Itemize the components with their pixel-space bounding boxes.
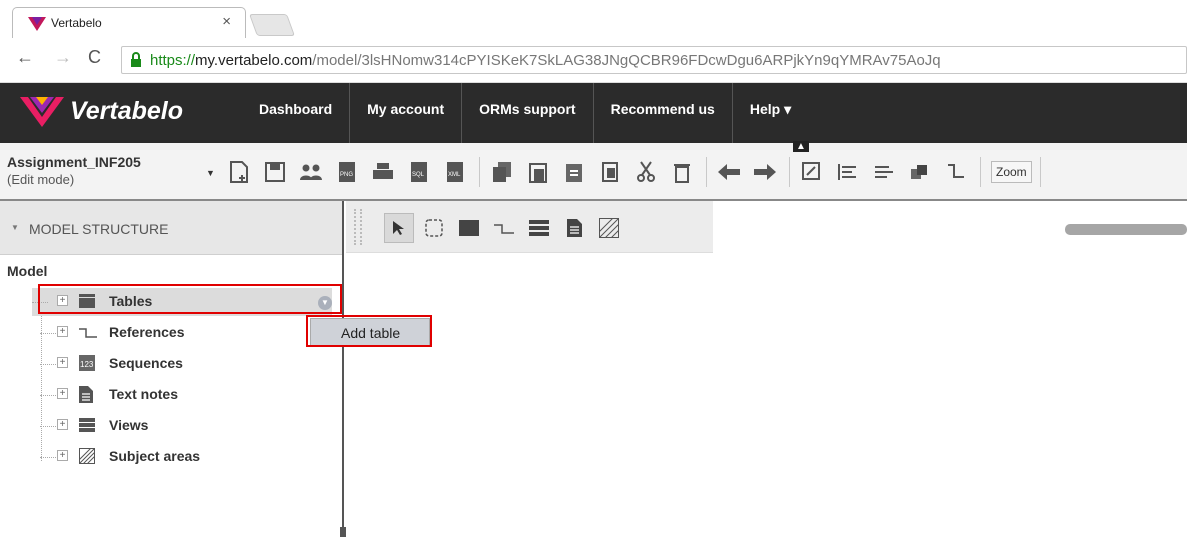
- copy-icon[interactable]: [490, 160, 514, 184]
- url-scheme: https://: [150, 52, 196, 69]
- app-logo-text[interactable]: Vertabelo: [70, 97, 183, 126]
- model-structure-sidebar: ▼ MODEL STRUCTURE Model + Tables + Refer…: [0, 201, 346, 537]
- save-icon[interactable]: [263, 160, 287, 184]
- highlight-box-add-table: [306, 315, 432, 347]
- tree-item-text-notes[interactable]: + Text notes: [40, 381, 340, 409]
- area-select-tool[interactable]: [419, 213, 449, 243]
- svg-text:SQL: SQL: [412, 172, 425, 178]
- redo-arrow-icon[interactable]: [753, 160, 777, 184]
- toolbar-separator: [1039, 157, 1041, 187]
- tab-close-icon[interactable]: ×: [222, 13, 231, 30]
- expand-icon[interactable]: +: [57, 419, 68, 430]
- expand-icon[interactable]: +: [57, 450, 68, 461]
- tree-item-sequences[interactable]: + 123 Sequences: [40, 350, 340, 378]
- model-name: Assignment_INF205: [7, 154, 141, 170]
- new-document-icon[interactable]: [227, 160, 251, 184]
- back-arrow-icon[interactable]: ←: [16, 47, 34, 68]
- collapse-header-icon[interactable]: ▲: [793, 141, 809, 152]
- paste-icon[interactable]: [526, 160, 550, 184]
- highlight-box-tables: [38, 284, 342, 314]
- subject-area-icon: [79, 448, 95, 464]
- canvas-tool-palette: [346, 201, 713, 253]
- print-icon[interactable]: [371, 160, 395, 184]
- svg-text:XML: XML: [448, 172, 461, 178]
- zoom-button[interactable]: Zoom: [991, 161, 1032, 183]
- tree-item-subject-areas[interactable]: + Subject areas: [40, 443, 340, 471]
- add-table-tool[interactable]: [454, 213, 484, 243]
- nav-dashboard[interactable]: Dashboard: [242, 83, 349, 143]
- layer-icon[interactable]: [908, 160, 932, 184]
- model-structure-header[interactable]: ▼ MODEL STRUCTURE: [0, 201, 342, 255]
- model-structure-title: MODEL STRUCTURE: [29, 221, 169, 237]
- svg-text:PNG: PNG: [340, 172, 353, 178]
- vertabelo-logo-icon: [20, 97, 64, 127]
- reference-line-icon[interactable]: [944, 160, 968, 184]
- delete-icon[interactable]: [670, 160, 694, 184]
- undo-arrow-icon[interactable]: [717, 160, 741, 184]
- paste-special-icon[interactable]: [562, 160, 586, 184]
- sequence-icon: 123: [79, 355, 95, 371]
- add-view-tool[interactable]: [524, 213, 554, 243]
- edit-mode-label: (Edit mode): [7, 172, 75, 187]
- vertabelo-favicon-icon: [28, 17, 46, 31]
- xml-export-icon[interactable]: XML: [443, 160, 467, 184]
- toolbar-separator: [789, 157, 790, 187]
- collapse-caret-icon[interactable]: ▼: [11, 223, 19, 232]
- canvas-scrollbar-thumb[interactable]: [1065, 224, 1187, 235]
- new-tab-button[interactable]: [248, 14, 296, 36]
- address-bar-row: ← → C https://my.vertabelo.com/model/3ls…: [0, 38, 1187, 83]
- url-input[interactable]: https://my.vertabelo.com/model/3lsHNomw3…: [121, 46, 1187, 74]
- svg-text:123: 123: [80, 360, 94, 369]
- tree-item-label: Sequences: [109, 355, 183, 371]
- users-icon[interactable]: [299, 160, 323, 184]
- align-left-icon[interactable]: [836, 160, 860, 184]
- sidebar-resize-handle[interactable]: [340, 527, 346, 537]
- tree-item-views[interactable]: + Views: [40, 412, 340, 440]
- toolbar-separator: [980, 157, 981, 187]
- tree-item-label: Subject areas: [109, 448, 201, 464]
- expand-icon[interactable]: +: [57, 388, 68, 399]
- reload-icon[interactable]: C: [88, 47, 101, 68]
- sql-export-icon[interactable]: SQL: [407, 160, 431, 184]
- select-pointer-tool[interactable]: [384, 213, 414, 243]
- model-dropdown-icon[interactable]: ▼: [206, 168, 215, 178]
- url-host: my.vertabelo.com: [195, 52, 313, 69]
- editor-toolbar: Assignment_INF205 (Edit mode) ▼ ▲ PNG SQ…: [0, 141, 1187, 201]
- text-note-icon: [79, 386, 93, 403]
- duplicate-icon[interactable]: [598, 160, 622, 184]
- lock-icon: [131, 52, 141, 67]
- cut-icon[interactable]: [634, 160, 658, 184]
- browser-tab-strip: Vertabelo ×: [0, 0, 1187, 38]
- nav-orms-support[interactable]: ORMs support: [461, 83, 592, 143]
- add-subject-area-tool[interactable]: [594, 213, 624, 243]
- tree-item-label: Views: [109, 417, 149, 433]
- tree-item-label: References: [109, 324, 185, 340]
- tree-item-references[interactable]: + References: [40, 319, 340, 347]
- app-navbar: Vertabelo Dashboard My account ORMs supp…: [0, 83, 1187, 143]
- palette-drag-handle[interactable]: [354, 209, 362, 245]
- png-export-icon[interactable]: PNG: [335, 160, 359, 184]
- tab-title: Vertabelo: [51, 16, 102, 30]
- align-right-icon[interactable]: [872, 160, 896, 184]
- expand-icon[interactable]: +: [57, 326, 68, 337]
- nav-recommend-us[interactable]: Recommend us: [592, 83, 732, 143]
- toolbar-separator: [706, 157, 707, 187]
- expand-icon[interactable]: +: [57, 357, 68, 368]
- nav-my-account[interactable]: My account: [349, 83, 461, 143]
- add-reference-tool[interactable]: [489, 213, 519, 243]
- reference-icon: [79, 328, 97, 338]
- tree-root-model[interactable]: Model: [7, 263, 47, 279]
- edit-icon[interactable]: [800, 160, 824, 184]
- add-text-note-tool[interactable]: [559, 213, 589, 243]
- tree-item-label: Text notes: [109, 386, 178, 402]
- toolbar-separator: [479, 157, 480, 187]
- view-icon: [79, 418, 95, 432]
- nav-help[interactable]: Help ▾: [731, 83, 808, 143]
- url-path: /model/3lsHNomw314cPYISKeK7SkLAG38JNgQCB…: [312, 52, 941, 69]
- browser-tab[interactable]: Vertabelo ×: [12, 7, 246, 38]
- forward-arrow-icon[interactable]: →: [54, 47, 72, 68]
